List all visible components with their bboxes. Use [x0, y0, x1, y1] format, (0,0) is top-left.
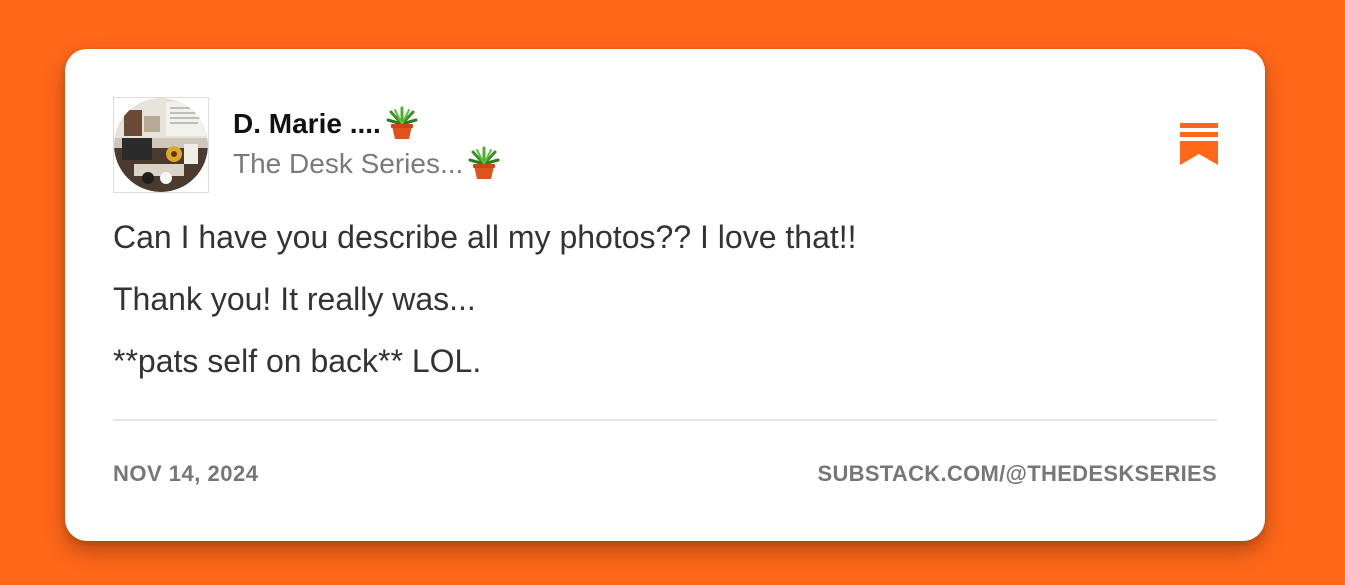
note-line: Thank you! It really was... [113, 281, 476, 317]
substack-bookmark-icon[interactable] [1180, 123, 1218, 165]
author-name[interactable]: D. Marie .... [233, 105, 419, 143]
note-line: Can I have you describe all my photos?? … [113, 219, 857, 255]
post-date: NOV 14, 2024 [113, 461, 259, 486]
note-line: **pats self on back** LOL. [113, 343, 482, 379]
author-name-text: D. Marie .... [233, 108, 381, 139]
potted-plant-icon [468, 146, 500, 179]
divider [113, 419, 1217, 421]
profile-url-link[interactable]: SUBSTACK.COM/@THEDESKSERIES [817, 459, 1217, 489]
publication-name[interactable]: The Desk Series... [233, 145, 501, 183]
note-body: Can I have you describe all my photos?? … [113, 217, 1217, 403]
publication-name-text: The Desk Series... [233, 148, 464, 179]
potted-plant-icon [386, 106, 418, 139]
note-card: D. Marie .... The Desk Series... Can I h… [65, 49, 1265, 541]
avatar [114, 98, 208, 192]
avatar-frame[interactable] [113, 97, 209, 193]
